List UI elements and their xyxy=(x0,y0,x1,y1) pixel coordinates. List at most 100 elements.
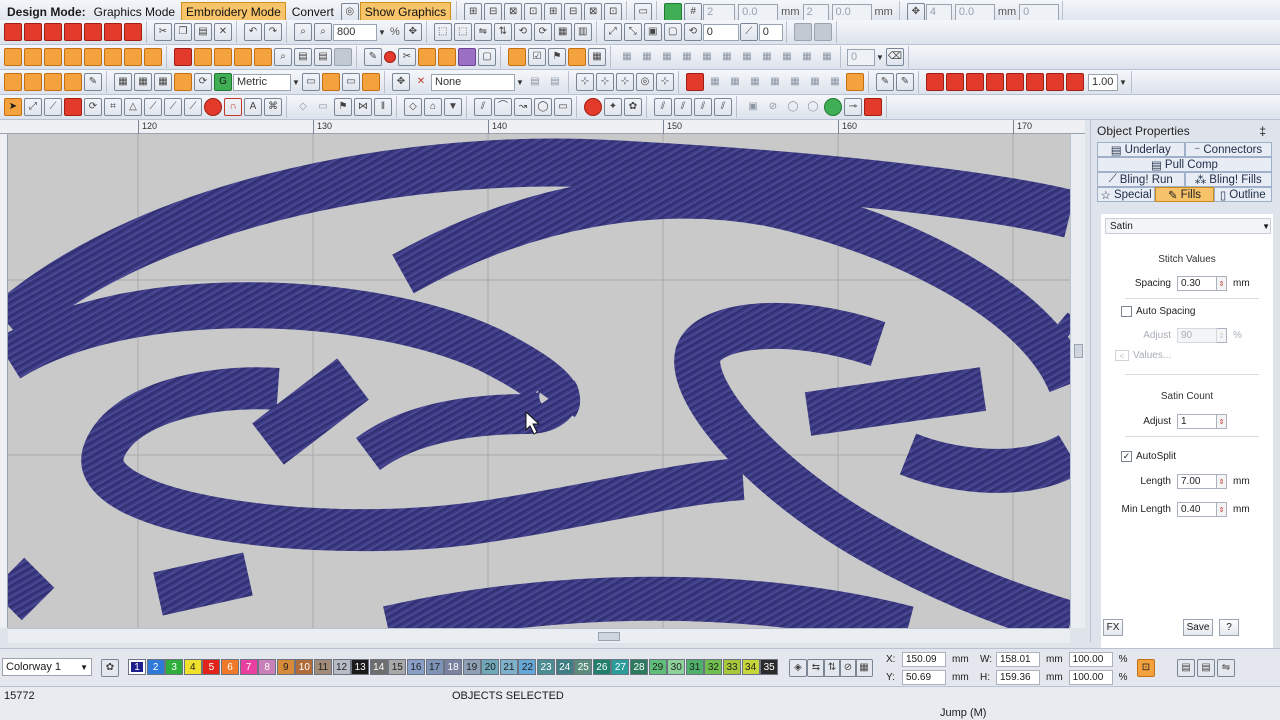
min-length-input[interactable]: 0.40 xyxy=(1177,502,1217,517)
rotation-icon[interactable]: ⟲ xyxy=(683,23,702,41)
thread-swatch-21[interactable]: 21 xyxy=(499,659,518,675)
offset-field-2[interactable]: 0.0 xyxy=(831,3,872,21)
sewing-machine-icon[interactable] xyxy=(864,98,882,116)
measure-4-icon[interactable] xyxy=(362,73,380,91)
palette-icon[interactable]: ✿ xyxy=(101,659,119,677)
record-icon[interactable] xyxy=(384,51,396,63)
new-icon[interactable] xyxy=(4,23,22,41)
arrange-icon[interactable]: ▦ xyxy=(553,23,572,41)
grid-2-icon[interactable]: ▦ xyxy=(588,48,606,66)
lines-1-icon[interactable]: ⫽ xyxy=(474,98,492,116)
library-icon[interactable] xyxy=(124,23,142,41)
arc-tool-icon[interactable]: ∩ xyxy=(224,98,242,116)
grid-icon[interactable]: # xyxy=(684,3,703,21)
satin-adjust-spinner[interactable]: ⇕ xyxy=(1217,414,1227,429)
line-width-dropdown-arrow[interactable]: ▼ xyxy=(1118,74,1128,91)
bucket-icon[interactable]: ▼ xyxy=(444,98,462,116)
satin-adjust-input[interactable]: 1 xyxy=(1177,414,1217,429)
horizontal-scrollbar[interactable] xyxy=(8,628,1070,643)
connect-icon[interactable]: ⊸ xyxy=(844,98,862,116)
snap-icon[interactable] xyxy=(664,3,683,21)
tab-special[interactable]: ☆ Special xyxy=(1097,187,1156,202)
line-width-field[interactable]: 1.00 xyxy=(1088,73,1118,91)
thread-swatch-12[interactable]: 12 xyxy=(332,659,351,675)
mirror-icon[interactable]: ⇋ xyxy=(473,23,492,41)
copy-icon[interactable]: ❐ xyxy=(174,23,192,41)
reshape-icon[interactable]: ◇ xyxy=(404,98,422,116)
thread-swatch-17[interactable]: 17 xyxy=(425,659,444,675)
stitch-6-icon[interactable]: ⌕ xyxy=(274,48,292,66)
ellipse-icon[interactable]: ◯ xyxy=(534,98,552,116)
align-top-icon[interactable]: ⊡ xyxy=(524,3,543,21)
thread-swatch-3[interactable]: 3 xyxy=(165,659,184,675)
order-icon[interactable]: ▥ xyxy=(573,23,592,41)
needle-icon[interactable]: ✎ xyxy=(364,48,382,66)
align-page-icon[interactable]: ▤ xyxy=(1177,659,1195,677)
circle-tool-icon[interactable] xyxy=(204,98,222,116)
properties-icon[interactable] xyxy=(104,23,122,41)
undo-icon[interactable]: ↶ xyxy=(244,23,262,41)
pencil-2-icon[interactable]: ✎ xyxy=(896,73,914,91)
rect-icon[interactable]: ▭ xyxy=(554,98,572,116)
zoom-icon[interactable]: ⌕ xyxy=(294,23,312,41)
slant-icon[interactable]: ⟋ xyxy=(739,23,758,41)
align-bottom-icon[interactable]: ⊞ xyxy=(544,3,563,21)
hexagon-icon[interactable] xyxy=(824,98,842,116)
scale-icon[interactable]: ⤡ xyxy=(623,23,642,41)
spacing-input[interactable]: 0.30 xyxy=(1177,276,1217,291)
table-2-icon[interactable]: ▦ xyxy=(134,73,152,91)
bezier-2-icon[interactable]: ↝ xyxy=(514,98,532,116)
thread-swatch-5[interactable]: 5 xyxy=(202,659,221,675)
stripes-1-icon[interactable]: ⫽ xyxy=(654,98,672,116)
measure-2-icon[interactable] xyxy=(322,73,340,91)
weld-icon[interactable] xyxy=(64,98,82,116)
redraw-icon[interactable]: ⟳ xyxy=(84,98,102,116)
flag-icon[interactable]: ⚑ xyxy=(548,48,566,66)
eraser-icon[interactable]: ⌫ xyxy=(886,48,904,66)
vertical-scroll-thumb[interactable] xyxy=(1074,344,1083,358)
tab-pull-comp[interactable]: ▤ Pull Comp xyxy=(1097,157,1272,172)
h-percent-input[interactable]: 100.00 xyxy=(1068,670,1113,685)
vertical-scrollbar[interactable] xyxy=(1070,134,1085,628)
mirror-page-icon[interactable]: ⇋ xyxy=(1217,659,1235,677)
thread-swatch-27[interactable]: 27 xyxy=(611,659,630,675)
rhinestone-3-icon[interactable] xyxy=(966,73,984,91)
thread-swatch-25[interactable]: 25 xyxy=(574,659,593,675)
thread-swatch-34[interactable]: 34 xyxy=(741,659,760,675)
fx-button[interactable]: FX xyxy=(1103,619,1123,636)
monogram-icon[interactable]: ⌘ xyxy=(264,98,282,116)
fill-tool-4-icon[interactable] xyxy=(64,48,82,66)
stitch-7-icon[interactable]: ▤ xyxy=(294,48,312,66)
star-icon[interactable]: ✦ xyxy=(604,98,622,116)
thread-swatch-18[interactable]: 18 xyxy=(444,659,463,675)
g-icon[interactable]: G xyxy=(214,73,232,91)
step-field-1[interactable]: 2 xyxy=(703,3,736,21)
refresh-icon[interactable]: ⟳ xyxy=(194,73,212,91)
horizontal-scroll-thumb[interactable] xyxy=(598,632,620,641)
run-icon[interactable]: ⟋ xyxy=(144,98,162,116)
stitch-3-icon[interactable] xyxy=(214,48,232,66)
table-3-icon[interactable]: ▦ xyxy=(154,73,172,91)
pen-icon[interactable]: ✎ xyxy=(84,73,102,91)
thread-swatch-7[interactable]: 7 xyxy=(239,659,258,675)
show-graphics-button[interactable]: Show Graphics xyxy=(359,2,452,22)
palette-edit-icon[interactable]: ▦ xyxy=(855,659,873,677)
stitch-1-icon[interactable] xyxy=(174,48,192,66)
resize-icon[interactable]: ⤢ xyxy=(603,23,622,41)
stitch-5-icon[interactable] xyxy=(254,48,272,66)
sequence-icon[interactable] xyxy=(508,48,526,66)
convert-button[interactable]: Convert xyxy=(288,2,338,22)
x-input[interactable]: 150.09 xyxy=(902,652,946,667)
length-spinner[interactable]: ⇕ xyxy=(1217,474,1227,489)
play-icon[interactable]: ◈ xyxy=(789,659,807,677)
bling-1-icon[interactable] xyxy=(686,73,704,91)
thread-swatch-11[interactable]: 11 xyxy=(313,659,332,675)
thread-swatch-9[interactable]: 9 xyxy=(276,659,295,675)
shape-4-icon[interactable] xyxy=(64,73,82,91)
fill-tool-8-icon[interactable] xyxy=(144,48,162,66)
save-page-icon[interactable]: ▤ xyxy=(1197,659,1215,677)
stripes-3-icon[interactable]: ⫽ xyxy=(694,98,712,116)
lock-aspect-icon[interactable]: ⊡ xyxy=(1137,659,1155,677)
knife-icon[interactable]: ⟋ xyxy=(44,98,62,116)
distribute-icon[interactable]: ⊟ xyxy=(564,3,583,21)
